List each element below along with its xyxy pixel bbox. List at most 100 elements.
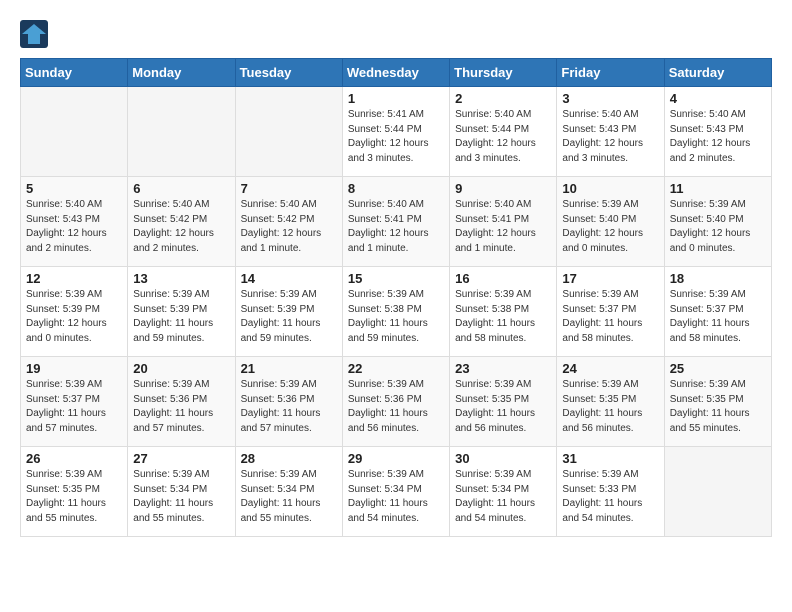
day-number: 5 bbox=[26, 181, 122, 196]
day-number: 25 bbox=[670, 361, 766, 376]
day-info: Sunrise: 5:39 AM Sunset: 5:39 PM Dayligh… bbox=[241, 288, 337, 346]
calendar-cell: 18Sunrise: 5:39 AM Sunset: 5:37 PM Dayli… bbox=[664, 267, 771, 357]
week-row-1: 1Sunrise: 5:41 AM Sunset: 5:44 PM Daylig… bbox=[21, 87, 772, 177]
day-number: 28 bbox=[241, 451, 337, 466]
day-info: Sunrise: 5:39 AM Sunset: 5:36 PM Dayligh… bbox=[133, 378, 229, 436]
day-info: Sunrise: 5:40 AM Sunset: 5:43 PM Dayligh… bbox=[26, 198, 122, 256]
calendar-cell: 27 Sunrise: 5:39 AM Sunset: 5:34 PM Dayli… bbox=[128, 447, 235, 537]
day-number: 9 bbox=[455, 181, 551, 196]
day-info: Sunrise: 5:39 AM Sunset: 5:38 PM Dayligh… bbox=[455, 288, 551, 346]
day-number: 10 bbox=[562, 181, 658, 196]
day-number: 2 bbox=[455, 91, 551, 106]
calendar-cell: 23Sunrise: 5:39 AM Sunset: 5:35 PM Dayli… bbox=[450, 357, 557, 447]
day-number: 15 bbox=[348, 271, 444, 286]
day-info: Sunrise: 5:39 AM Sunset: 5:36 PM Dayligh… bbox=[241, 378, 337, 436]
day-info: Sunrise: 5:39 AM Sunset: 5:35 PM Dayligh… bbox=[562, 378, 658, 436]
calendar-cell bbox=[235, 87, 342, 177]
day-info: Sunrise: 5:39 AM Sunset: 5:37 PM Dayligh… bbox=[26, 378, 122, 436]
day-info: Sunrise: 5:40 AM Sunset: 5:41 PM Dayligh… bbox=[348, 198, 444, 256]
calendar-cell bbox=[664, 447, 771, 537]
day-header-thursday: Thursday bbox=[450, 59, 557, 87]
calendar-cell: 26 Sunrise: 5:39 AM Sunset: 5:35 PM Dayli… bbox=[21, 447, 128, 537]
calendar-cell: 4 Sunrise: 5:40 AM Sunset: 5:43 PM Daylig… bbox=[664, 87, 771, 177]
day-info: Sunrise: 5:39 AM Sunset: 5:35 PM Dayligh… bbox=[670, 378, 766, 436]
week-row-2: 5 Sunrise: 5:40 AM Sunset: 5:43 PM Daylig… bbox=[21, 177, 772, 267]
calendar-cell: 10 Sunrise: 5:39 AM Sunset: 5:40 PM Dayli… bbox=[557, 177, 664, 267]
day-info: Sunrise: 5:39 AM Sunset: 5:40 PM Dayligh… bbox=[562, 198, 658, 256]
calendar-cell: 20 Sunrise: 5:39 AM Sunset: 5:36 PM Dayli… bbox=[128, 357, 235, 447]
day-number: 29 bbox=[348, 451, 444, 466]
calendar-cell: 11Sunrise: 5:39 AM Sunset: 5:40 PM Dayli… bbox=[664, 177, 771, 267]
day-info: Sunrise: 5:39 AM Sunset: 5:34 PM Dayligh… bbox=[241, 468, 337, 526]
day-number: 24 bbox=[562, 361, 658, 376]
calendar-cell: 16 Sunrise: 5:39 AM Sunset: 5:38 PM Dayli… bbox=[450, 267, 557, 357]
calendar-cell: 8 Sunrise: 5:40 AM Sunset: 5:41 PM Daylig… bbox=[342, 177, 449, 267]
day-header-wednesday: Wednesday bbox=[342, 59, 449, 87]
day-info: Sunrise: 5:39 AM Sunset: 5:34 PM Dayligh… bbox=[348, 468, 444, 526]
day-info: Sunrise: 5:39 AM Sunset: 5:34 PM Dayligh… bbox=[455, 468, 551, 526]
day-number: 13 bbox=[133, 271, 229, 286]
calendar-cell bbox=[128, 87, 235, 177]
day-header-saturday: Saturday bbox=[664, 59, 771, 87]
day-header-sunday: Sunday bbox=[21, 59, 128, 87]
day-number: 19 bbox=[26, 361, 122, 376]
calendar-cell: 29 Sunrise: 5:39 AM Sunset: 5:34 PM Dayli… bbox=[342, 447, 449, 537]
day-info: Sunrise: 5:41 AM Sunset: 5:44 PM Dayligh… bbox=[348, 108, 444, 166]
week-row-5: 26 Sunrise: 5:39 AM Sunset: 5:35 PM Dayli… bbox=[21, 447, 772, 537]
day-info: Sunrise: 5:39 AM Sunset: 5:39 PM Dayligh… bbox=[26, 288, 122, 346]
day-number: 17 bbox=[562, 271, 658, 286]
day-info: Sunrise: 5:39 AM Sunset: 5:38 PM Dayligh… bbox=[348, 288, 444, 346]
day-number: 8 bbox=[348, 181, 444, 196]
day-number: 23 bbox=[455, 361, 551, 376]
day-number: 27 bbox=[133, 451, 229, 466]
day-number: 4 bbox=[670, 91, 766, 106]
logo bbox=[20, 20, 52, 48]
day-info: Sunrise: 5:40 AM Sunset: 5:42 PM Dayligh… bbox=[241, 198, 337, 256]
calendar-cell: 17 Sunrise: 5:39 AM Sunset: 5:37 PM Dayli… bbox=[557, 267, 664, 357]
day-number: 26 bbox=[26, 451, 122, 466]
day-number: 20 bbox=[133, 361, 229, 376]
week-row-3: 12 Sunrise: 5:39 AM Sunset: 5:39 PM Dayli… bbox=[21, 267, 772, 357]
calendar-cell: 9 Sunrise: 5:40 AM Sunset: 5:41 PM Daylig… bbox=[450, 177, 557, 267]
day-number: 31 bbox=[562, 451, 658, 466]
calendar-header-row: SundayMondayTuesdayWednesdayThursdayFrid… bbox=[21, 59, 772, 87]
day-info: Sunrise: 5:40 AM Sunset: 5:43 PM Dayligh… bbox=[670, 108, 766, 166]
day-number: 11 bbox=[670, 181, 766, 196]
calendar-cell bbox=[21, 87, 128, 177]
logo-icon bbox=[20, 20, 48, 48]
calendar-cell: 31 Sunrise: 5:39 AM Sunset: 5:33 PM Dayli… bbox=[557, 447, 664, 537]
day-info: Sunrise: 5:39 AM Sunset: 5:33 PM Dayligh… bbox=[562, 468, 658, 526]
day-info: Sunrise: 5:39 AM Sunset: 5:35 PM Dayligh… bbox=[26, 468, 122, 526]
day-info: Sunrise: 5:39 AM Sunset: 5:34 PM Dayligh… bbox=[133, 468, 229, 526]
calendar-table: SundayMondayTuesdayWednesdayThursdayFrid… bbox=[20, 58, 772, 537]
day-number: 12 bbox=[26, 271, 122, 286]
day-info: Sunrise: 5:39 AM Sunset: 5:39 PM Dayligh… bbox=[133, 288, 229, 346]
calendar-cell: 6Sunrise: 5:40 AM Sunset: 5:42 PM Daylig… bbox=[128, 177, 235, 267]
calendar-cell: 14Sunrise: 5:39 AM Sunset: 5:39 PM Dayli… bbox=[235, 267, 342, 357]
calendar-cell: 24 Sunrise: 5:39 AM Sunset: 5:35 PM Dayli… bbox=[557, 357, 664, 447]
calendar-cell: 7Sunrise: 5:40 AM Sunset: 5:42 PM Daylig… bbox=[235, 177, 342, 267]
calendar-cell: 12 Sunrise: 5:39 AM Sunset: 5:39 PM Dayli… bbox=[21, 267, 128, 357]
page-header bbox=[20, 20, 772, 48]
week-row-4: 19 Sunrise: 5:39 AM Sunset: 5:37 PM Dayli… bbox=[21, 357, 772, 447]
day-info: Sunrise: 5:40 AM Sunset: 5:41 PM Dayligh… bbox=[455, 198, 551, 256]
calendar-cell: 28 Sunrise: 5:39 AM Sunset: 5:34 PM Dayli… bbox=[235, 447, 342, 537]
day-info: Sunrise: 5:39 AM Sunset: 5:36 PM Dayligh… bbox=[348, 378, 444, 436]
day-header-monday: Monday bbox=[128, 59, 235, 87]
calendar-cell: 2 Sunrise: 5:40 AM Sunset: 5:44 PM Daylig… bbox=[450, 87, 557, 177]
day-info: Sunrise: 5:39 AM Sunset: 5:37 PM Dayligh… bbox=[562, 288, 658, 346]
day-info: Sunrise: 5:40 AM Sunset: 5:44 PM Dayligh… bbox=[455, 108, 551, 166]
calendar-cell: 13 Sunrise: 5:39 AM Sunset: 5:39 PM Dayli… bbox=[128, 267, 235, 357]
day-number: 21 bbox=[241, 361, 337, 376]
day-info: Sunrise: 5:40 AM Sunset: 5:43 PM Dayligh… bbox=[562, 108, 658, 166]
day-header-friday: Friday bbox=[557, 59, 664, 87]
calendar-cell: 1Sunrise: 5:41 AM Sunset: 5:44 PM Daylig… bbox=[342, 87, 449, 177]
day-number: 18 bbox=[670, 271, 766, 286]
calendar-cell: 19 Sunrise: 5:39 AM Sunset: 5:37 PM Dayli… bbox=[21, 357, 128, 447]
calendar-cell: 25 Sunrise: 5:39 AM Sunset: 5:35 PM Dayli… bbox=[664, 357, 771, 447]
calendar-cell: 30 Sunrise: 5:39 AM Sunset: 5:34 PM Dayli… bbox=[450, 447, 557, 537]
day-number: 16 bbox=[455, 271, 551, 286]
calendar-cell: 15 Sunrise: 5:39 AM Sunset: 5:38 PM Dayli… bbox=[342, 267, 449, 357]
day-number: 3 bbox=[562, 91, 658, 106]
day-number: 30 bbox=[455, 451, 551, 466]
